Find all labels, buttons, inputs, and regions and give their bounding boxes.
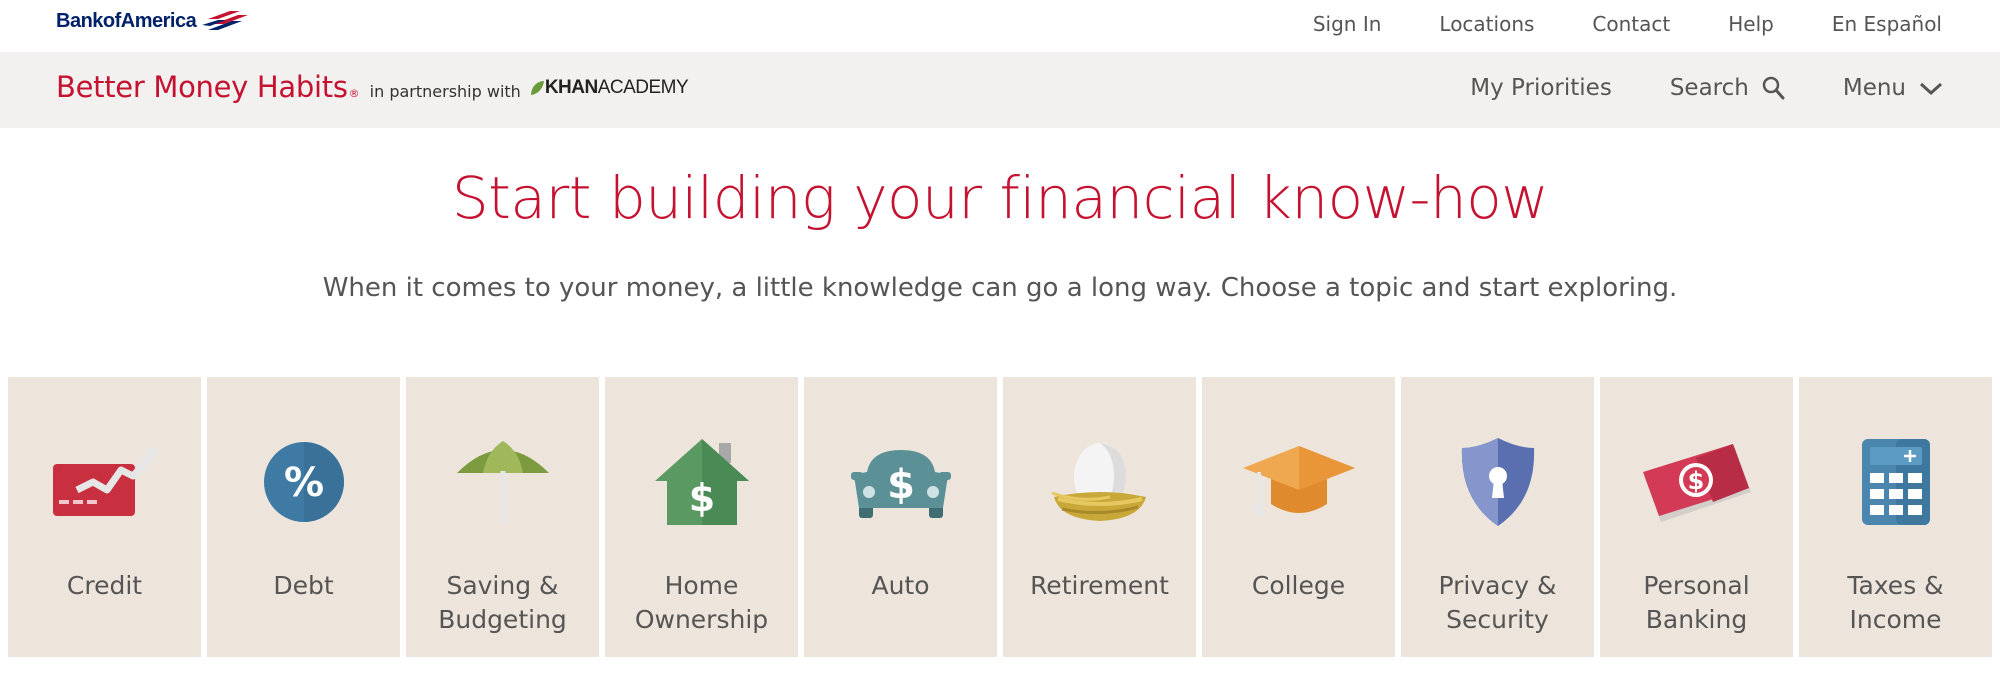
better-money-habits-logo[interactable]: Better Money Habits ® in partnership wit… [56,70,689,104]
partner-text: in partnership with [369,82,521,101]
flag-icon [202,11,249,30]
svg-text:$: $ [688,476,714,520]
topic-tile-retirement[interactable]: Retirement [1003,377,1196,657]
money-bill-icon: $ [1600,427,1793,537]
topic-tile-privacy-security[interactable]: Privacy & Security [1401,377,1594,657]
topic-label-line2: Ownership [634,605,769,634]
car-icon: $ [804,427,997,537]
topic-label-line2: Banking [1645,605,1748,634]
topic-tile-credit[interactable]: Credit [8,377,201,657]
topic-label-line1: College [1251,571,1346,600]
shield-lock-icon [1401,427,1594,537]
svg-text:$: $ [887,462,915,508]
brand-title: Better Money Habits [56,70,348,104]
khan-bold-text: KHAN [544,77,598,98]
topic-label-line1: Debt [273,571,334,600]
percent-icon: % [207,427,400,537]
contact-link[interactable]: Contact [1592,12,1670,36]
logo-text: BankofAmerica [56,9,197,32]
topic-label-line1: Taxes & [1847,571,1944,600]
topic-label-line1: Home [664,571,739,600]
utility-links: Sign In Locations Contact Help En Españo… [1313,12,1942,36]
topic-tile-saving-budgeting[interactable]: Saving & Budgeting [406,377,599,657]
topic-label-line2: Income [1849,605,1942,634]
search-icon [1762,76,1785,100]
topic-label-line2: Security [1446,605,1549,634]
sign-in-link[interactable]: Sign In [1313,12,1382,36]
search-button[interactable]: Search [1670,75,1785,101]
academy-text: ACADEMY [597,77,689,98]
page-title: Start building your financial know-how [451,164,1549,232]
house-icon: $ [605,427,798,537]
topic-label-line2: Budgeting [438,605,567,634]
brand-nav: My Priorities Search Menu [1470,75,1944,101]
topic-tile-auto[interactable]: $ Auto [804,377,997,657]
espanol-link[interactable]: En Español [1832,12,1942,36]
locations-link[interactable]: Locations [1439,12,1534,36]
topic-tile-home-ownership[interactable]: $ Home Ownership [605,377,798,657]
graduation-cap-icon [1202,427,1395,537]
nest-egg-icon [1003,427,1196,537]
topic-label-line1: Retirement [1030,571,1169,600]
topic-tile-taxes-income[interactable]: Taxes & Income [1799,377,1992,657]
umbrella-icon [406,427,599,537]
topic-label-line1: Saving & [446,571,559,600]
svg-text:%: % [283,460,323,506]
page-bottom [0,657,2000,700]
my-priorities-label: My Priorities [1470,75,1612,101]
utility-bar: BankofAmerica Sign In Locations Contact … [0,0,2000,52]
topic-label-line1: Credit [66,571,143,600]
leaf-icon [530,81,544,95]
my-priorities-link[interactable]: My Priorities [1470,75,1612,101]
registered-mark: ® [348,87,360,100]
menu-button[interactable]: Menu [1843,75,1944,101]
calculator-icon [1799,427,1992,537]
help-link[interactable]: Help [1728,12,1774,36]
topic-tile-college[interactable]: College [1202,377,1395,657]
topic-label-line1: Auto [871,571,930,600]
brand-bar: Better Money Habits ® in partnership wit… [0,52,2000,128]
topic-tiles: Credit % Debt Saving & Budgeting $ Home … [8,377,1992,657]
page-subtitle: When it comes to your money, a little kn… [322,273,1678,303]
chevron-down-icon [1919,82,1943,96]
svg-text:$: $ [1687,467,1704,495]
topic-label-line1: Personal [1643,571,1750,600]
khan-academy-logo: KHANACADEMY [529,77,689,99]
topic-tile-personal-banking[interactable]: $ Personal Banking [1600,377,1793,657]
credit-card-icon [8,427,201,537]
search-label: Search [1669,75,1749,101]
topic-tile-debt[interactable]: % Debt [207,377,400,657]
topic-label-line1: Privacy & [1438,571,1557,600]
bank-of-america-logo[interactable]: BankofAmerica [56,9,250,33]
menu-label: Menu [1842,75,1906,101]
